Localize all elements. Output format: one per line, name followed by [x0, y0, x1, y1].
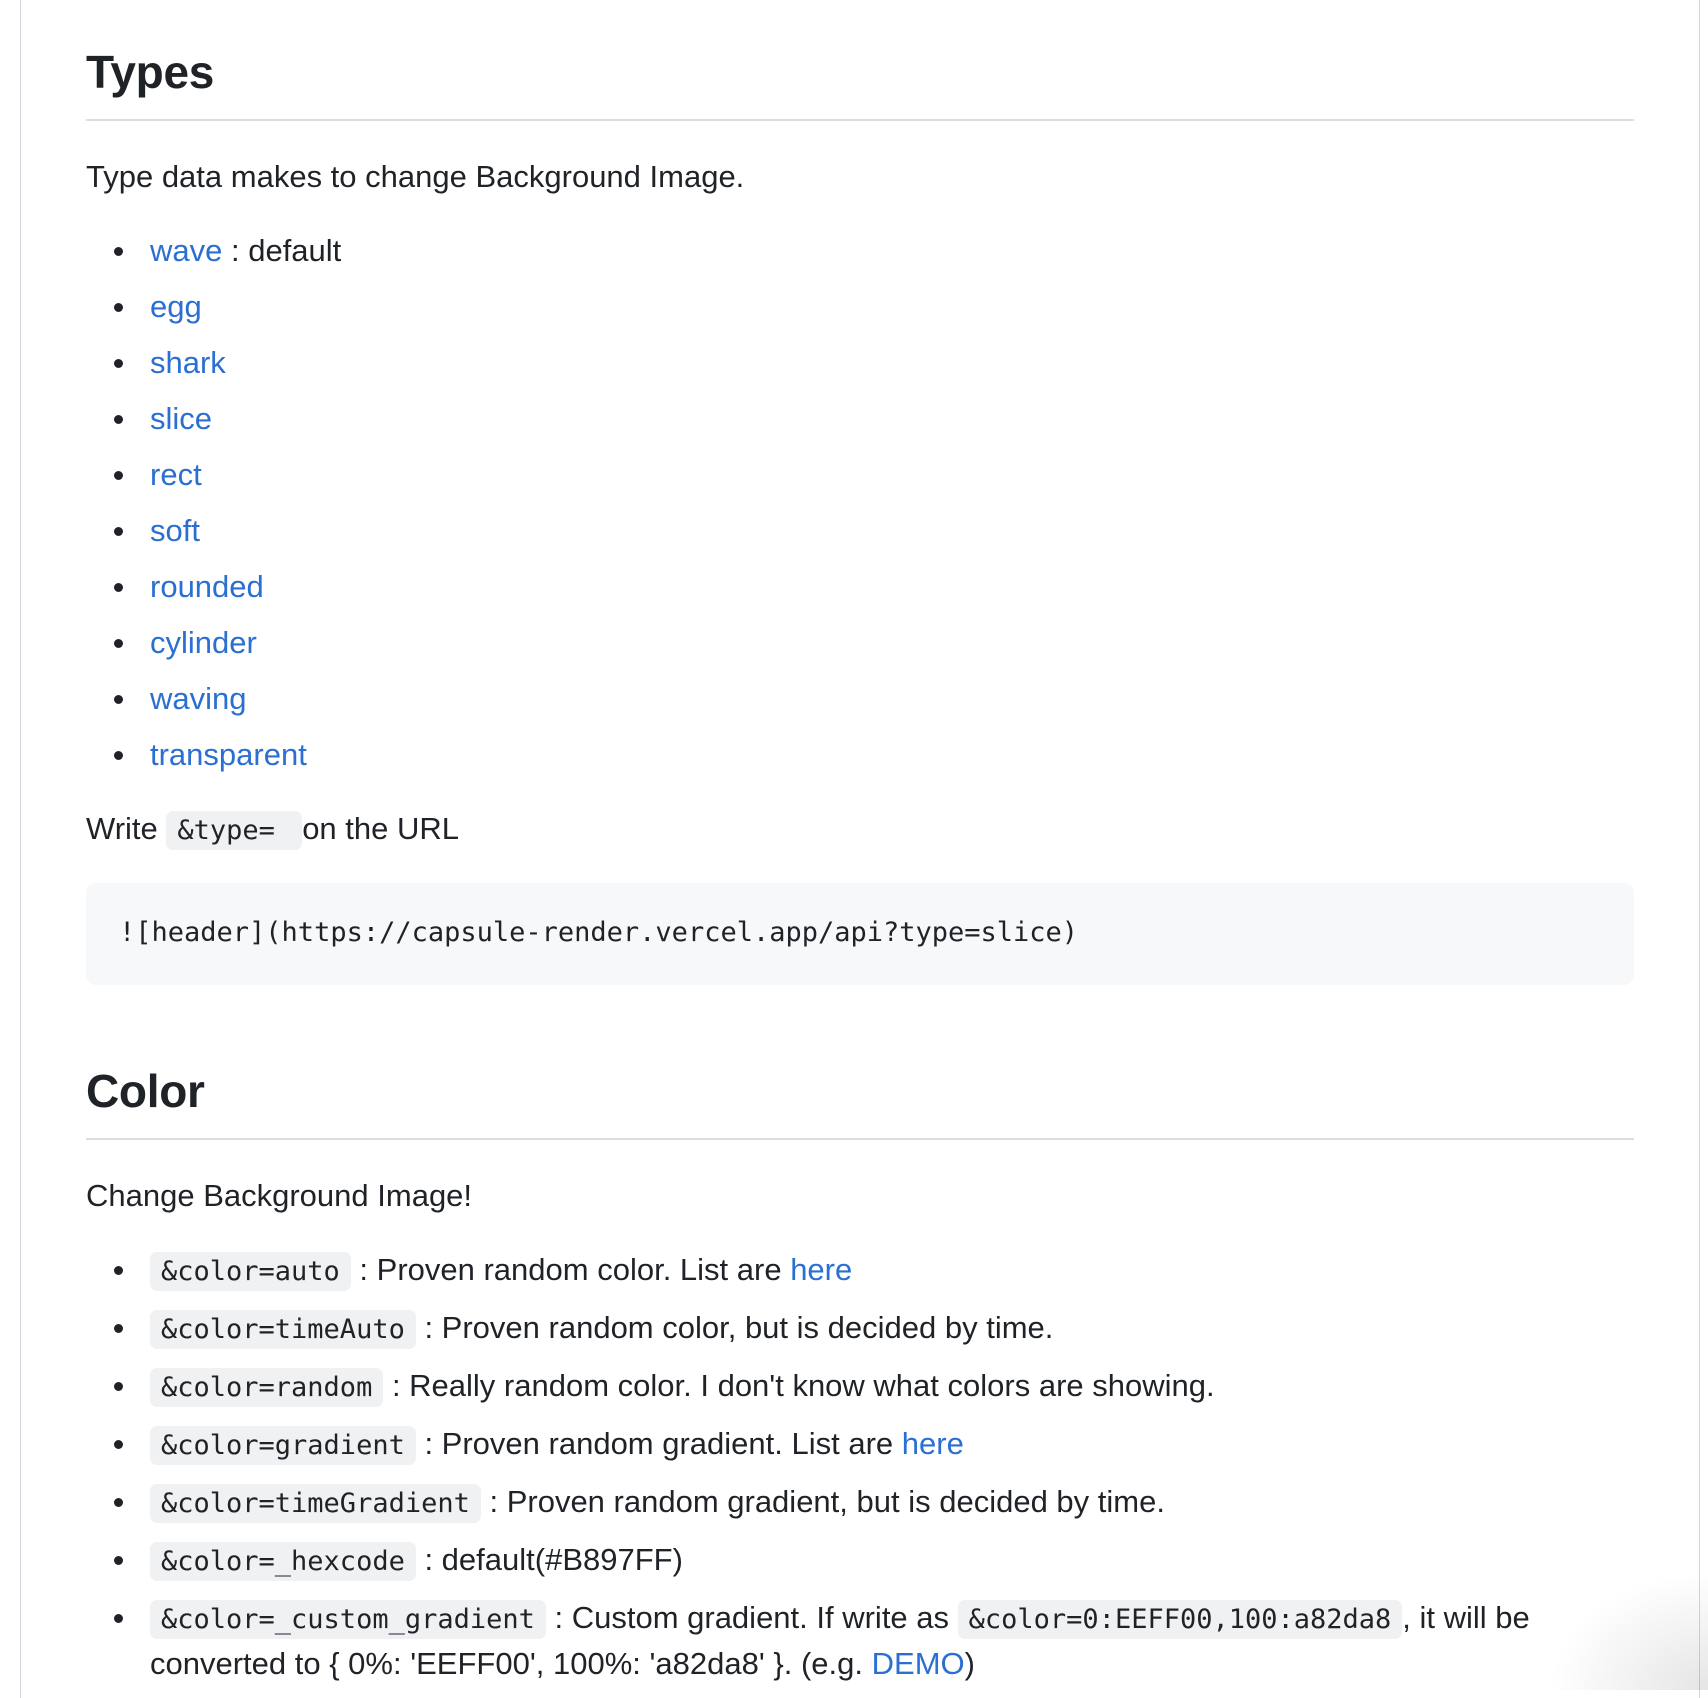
list-item: &color=_hexcode : default(#B897FF) [114, 1538, 1634, 1584]
type-link-soft[interactable]: soft [150, 513, 200, 548]
color-param-code: &color=_custom_gradient [150, 1600, 546, 1639]
type-link-rect[interactable]: rect [150, 457, 202, 492]
color-param-code: &color=random [150, 1368, 384, 1407]
list-item: &color=auto : Proven random color. List … [114, 1248, 1634, 1294]
type-link-cylinder[interactable]: cylinder [150, 625, 257, 660]
list-item: soft [114, 509, 1634, 553]
custom-gradient-example-code: &color=0:EEFF00,100:a82da8 [957, 1600, 1403, 1639]
color-intro: Change Background Image! [86, 1178, 473, 1213]
list-item: shark [114, 341, 1634, 385]
type-param-code: &type= [166, 811, 303, 850]
color-param-code: &color=auto [150, 1252, 351, 1291]
list-item: egg [114, 285, 1634, 329]
list-item: rect [114, 453, 1634, 497]
types-list: wave : default egg shark slice rect soft… [86, 229, 1634, 777]
list-item: wave : default [114, 229, 1634, 273]
color-param-code: &color=_hexcode [150, 1542, 416, 1581]
list-item: rounded [114, 565, 1634, 609]
types-intro: Type data makes to change Background Ima… [86, 159, 745, 194]
type-code-example[interactable]: ![header](https://capsule-render.vercel.… [86, 883, 1634, 985]
types-heading: Types [86, 46, 215, 98]
color-list-link[interactable]: here [790, 1252, 852, 1287]
type-link-transparent[interactable]: transparent [150, 737, 307, 772]
type-link-shark[interactable]: shark [150, 345, 226, 380]
color-list: &color=auto : Proven random color. List … [86, 1248, 1634, 1686]
readme-content: Types Type data makes to change Backgrou… [86, 0, 1634, 1698]
list-item: slice [114, 397, 1634, 441]
type-link-egg[interactable]: egg [150, 289, 202, 324]
type-link-rounded[interactable]: rounded [150, 569, 264, 604]
list-item: transparent [114, 733, 1634, 777]
list-item: &color=gradient : Proven random gradient… [114, 1422, 1634, 1468]
color-param-code: &color=timeGradient [150, 1484, 481, 1523]
color-param-code: &color=timeAuto [150, 1310, 416, 1349]
type-link-slice[interactable]: slice [150, 401, 212, 436]
color-param-code: &color=gradient [150, 1426, 416, 1465]
type-link-waving[interactable]: waving [150, 681, 247, 716]
demo-link[interactable]: DEMO [872, 1646, 965, 1681]
list-item: waving [114, 677, 1634, 721]
list-item: &color=_custom_gradient : Custom gradien… [114, 1596, 1634, 1686]
list-item: &color=random : Really random color. I d… [114, 1364, 1634, 1410]
types-write-instruction: Write &type= on the URL [86, 807, 1634, 853]
list-item: &color=timeAuto : Proven random color, b… [114, 1306, 1634, 1352]
list-item: &color=timeGradient : Proven random grad… [114, 1480, 1634, 1526]
type-link-wave[interactable]: wave [150, 233, 222, 268]
list-item: cylinder [114, 621, 1634, 665]
color-heading: Color [86, 1065, 205, 1117]
gradient-list-link[interactable]: here [902, 1426, 964, 1461]
